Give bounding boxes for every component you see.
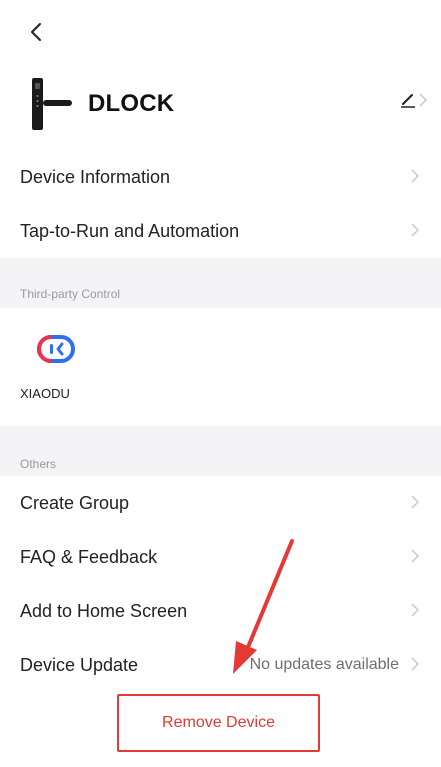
chevron-right-icon [411,223,419,237]
xiaodu-label: XIAODU [20,386,70,401]
pencil-icon [401,94,415,108]
chevron-right-icon [419,93,427,107]
remove-device-button[interactable]: Remove Device [117,694,320,752]
device-update-status: No updates available [249,656,399,673]
tap-to-run-label: Tap-to-Run and Automation [20,220,240,241]
faq-feedback-row[interactable]: FAQ & Feedback [0,530,441,584]
chevron-right-icon [411,495,419,509]
chevron-right-icon [411,657,419,671]
faq-feedback-label: FAQ & Feedback [20,546,158,567]
xiaodu-logo-icon[interactable] [36,334,76,364]
third-party-section-title: Third-party Control [20,287,121,301]
add-to-home-screen-label: Add to Home Screen [20,600,188,621]
create-group-label: Create Group [20,492,130,513]
create-group-row[interactable]: Create Group [0,476,441,530]
chevron-right-icon [411,169,419,183]
remove-device-area: Remove Device [0,680,441,767]
device-information-row[interactable]: Device Information [0,150,441,204]
others-section-title: Others [20,457,57,471]
device-header: DLOCK [0,72,441,134]
chevron-left-icon [31,23,41,41]
device-name: DLOCK [88,90,175,117]
add-to-home-screen-row[interactable]: Add to Home Screen [0,584,441,638]
tap-to-run-row[interactable]: Tap-to-Run and Automation [0,204,441,258]
others-section-header: Others [0,426,441,476]
chevron-right-icon [411,549,419,563]
door-lock-icon [32,78,72,130]
edit-name-button[interactable] [400,92,427,108]
third-party-section-header: Third-party Control [0,258,441,308]
back-button[interactable] [22,18,50,46]
third-party-control-panel: XIAODU [0,308,441,426]
chevron-right-icon [411,603,419,617]
device-update-label: Device Update [20,654,139,675]
device-information-label: Device Information [20,166,171,187]
